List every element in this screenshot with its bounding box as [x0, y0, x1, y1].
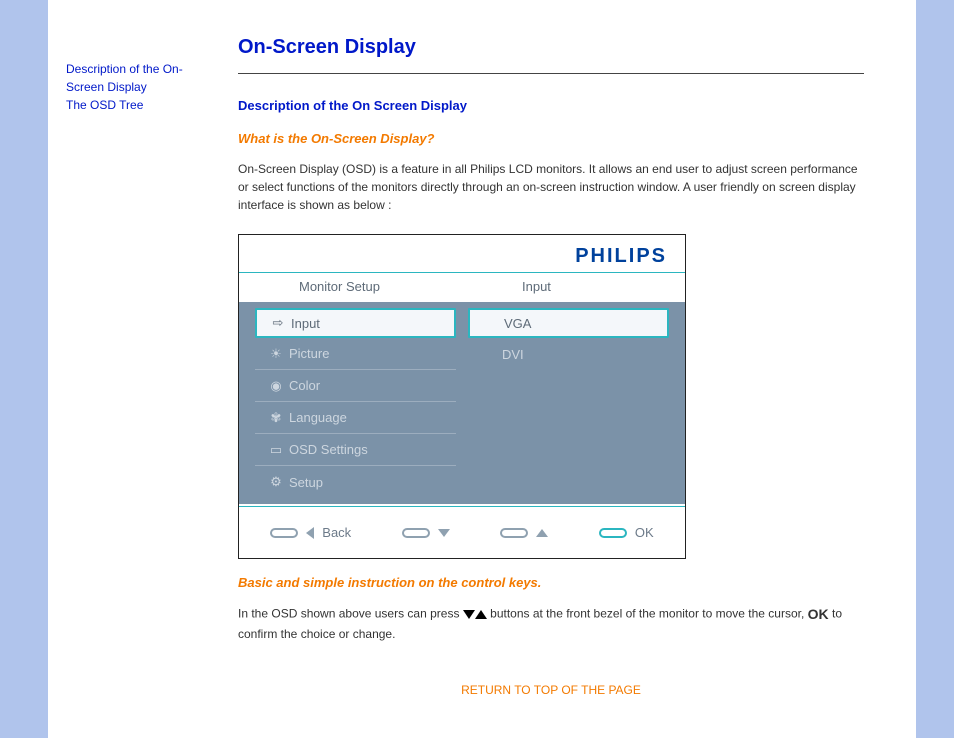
osd-item-label: OSD Settings	[289, 442, 368, 457]
gear-icon: ⚙	[263, 474, 289, 490]
osd-right-header: Input	[462, 279, 685, 294]
page-title: On-Screen Display	[238, 36, 864, 59]
question-heading: What is the On-Screen Display?	[238, 131, 864, 146]
osd-item-language[interactable]: ✾ Language	[255, 402, 456, 434]
osd-option-dvi[interactable]: DVI	[468, 338, 669, 370]
brand-logo: PHILIPS	[575, 245, 667, 267]
triangle-up-icon	[536, 529, 548, 537]
instruction-paragraph: In the OSD shown above users can press b…	[238, 604, 864, 643]
osd-left-header: Monitor Setup	[239, 279, 462, 294]
triangle-down-icon	[463, 610, 475, 619]
instruction-heading: Basic and simple instruction on the cont…	[238, 575, 864, 590]
input-icon: ⇨	[265, 315, 291, 331]
osd-item-label: Input	[291, 316, 320, 331]
sidebar-link-description[interactable]: Description of the On-Screen Display	[66, 60, 218, 96]
osd-item-color[interactable]: ◉ Color	[255, 370, 456, 402]
osd-item-setup[interactable]: ⚙ Setup	[255, 466, 456, 498]
osd-up-button[interactable]	[500, 528, 548, 538]
osd-option-label: DVI	[502, 347, 524, 362]
screen-icon: ▭	[263, 442, 289, 458]
ok-glyph: OK	[808, 606, 829, 622]
language-icon: ✾	[263, 410, 289, 426]
osd-ok-button[interactable]: OK	[599, 525, 654, 540]
pill-icon	[500, 528, 528, 538]
globe-icon: ◉	[263, 378, 289, 394]
pill-icon	[402, 528, 430, 538]
osd-button-row: Back OK	[239, 507, 685, 558]
triangle-down-icon	[438, 529, 450, 537]
osd-left-menu: ⇨ Input ☀ Picture ◉ Color ✾	[249, 308, 462, 498]
pill-icon	[599, 528, 627, 538]
sidebar-link-osd-tree[interactable]: The OSD Tree	[66, 96, 218, 114]
divider	[238, 73, 864, 74]
main-content: On-Screen Display Description of the On …	[228, 0, 904, 738]
osd-item-label: Color	[289, 378, 320, 393]
triangle-up-icon	[475, 610, 487, 619]
intro-paragraph: On-Screen Display (OSD) is a feature in …	[238, 160, 864, 214]
section-heading: Description of the On Screen Display	[238, 98, 864, 113]
osd-item-input[interactable]: ⇨ Input	[255, 308, 456, 338]
osd-right-menu: VGA DVI	[462, 308, 675, 498]
osd-item-label: Picture	[289, 346, 329, 361]
osd-down-button[interactable]	[402, 528, 450, 538]
osd-item-label: Setup	[289, 475, 323, 490]
right-accent-bar	[922, 0, 954, 738]
osd-panel: PHILIPS Monitor Setup Input ⇨ Input ☀	[238, 234, 686, 559]
instr-text-1: In the OSD shown above users can press	[238, 607, 459, 621]
osd-option-label: VGA	[504, 316, 531, 331]
ok-label: OK	[635, 525, 654, 540]
return-to-top-link[interactable]: RETURN TO TOP OF THE PAGE	[461, 683, 641, 697]
instr-text-2: buttons at the front bezel of the monito…	[490, 607, 804, 621]
osd-item-label: Language	[289, 410, 347, 425]
osd-back-button[interactable]: Back	[270, 525, 351, 540]
triangle-left-icon	[306, 527, 314, 539]
brightness-icon: ☀	[263, 346, 289, 362]
osd-item-picture[interactable]: ☀ Picture	[255, 338, 456, 370]
sidebar-nav: Description of the On-Screen Display The…	[48, 0, 228, 738]
pill-icon	[270, 528, 298, 538]
back-label: Back	[322, 525, 351, 540]
left-accent-bar	[0, 0, 48, 738]
osd-item-osd-settings[interactable]: ▭ OSD Settings	[255, 434, 456, 466]
osd-option-vga[interactable]: VGA	[468, 308, 669, 338]
